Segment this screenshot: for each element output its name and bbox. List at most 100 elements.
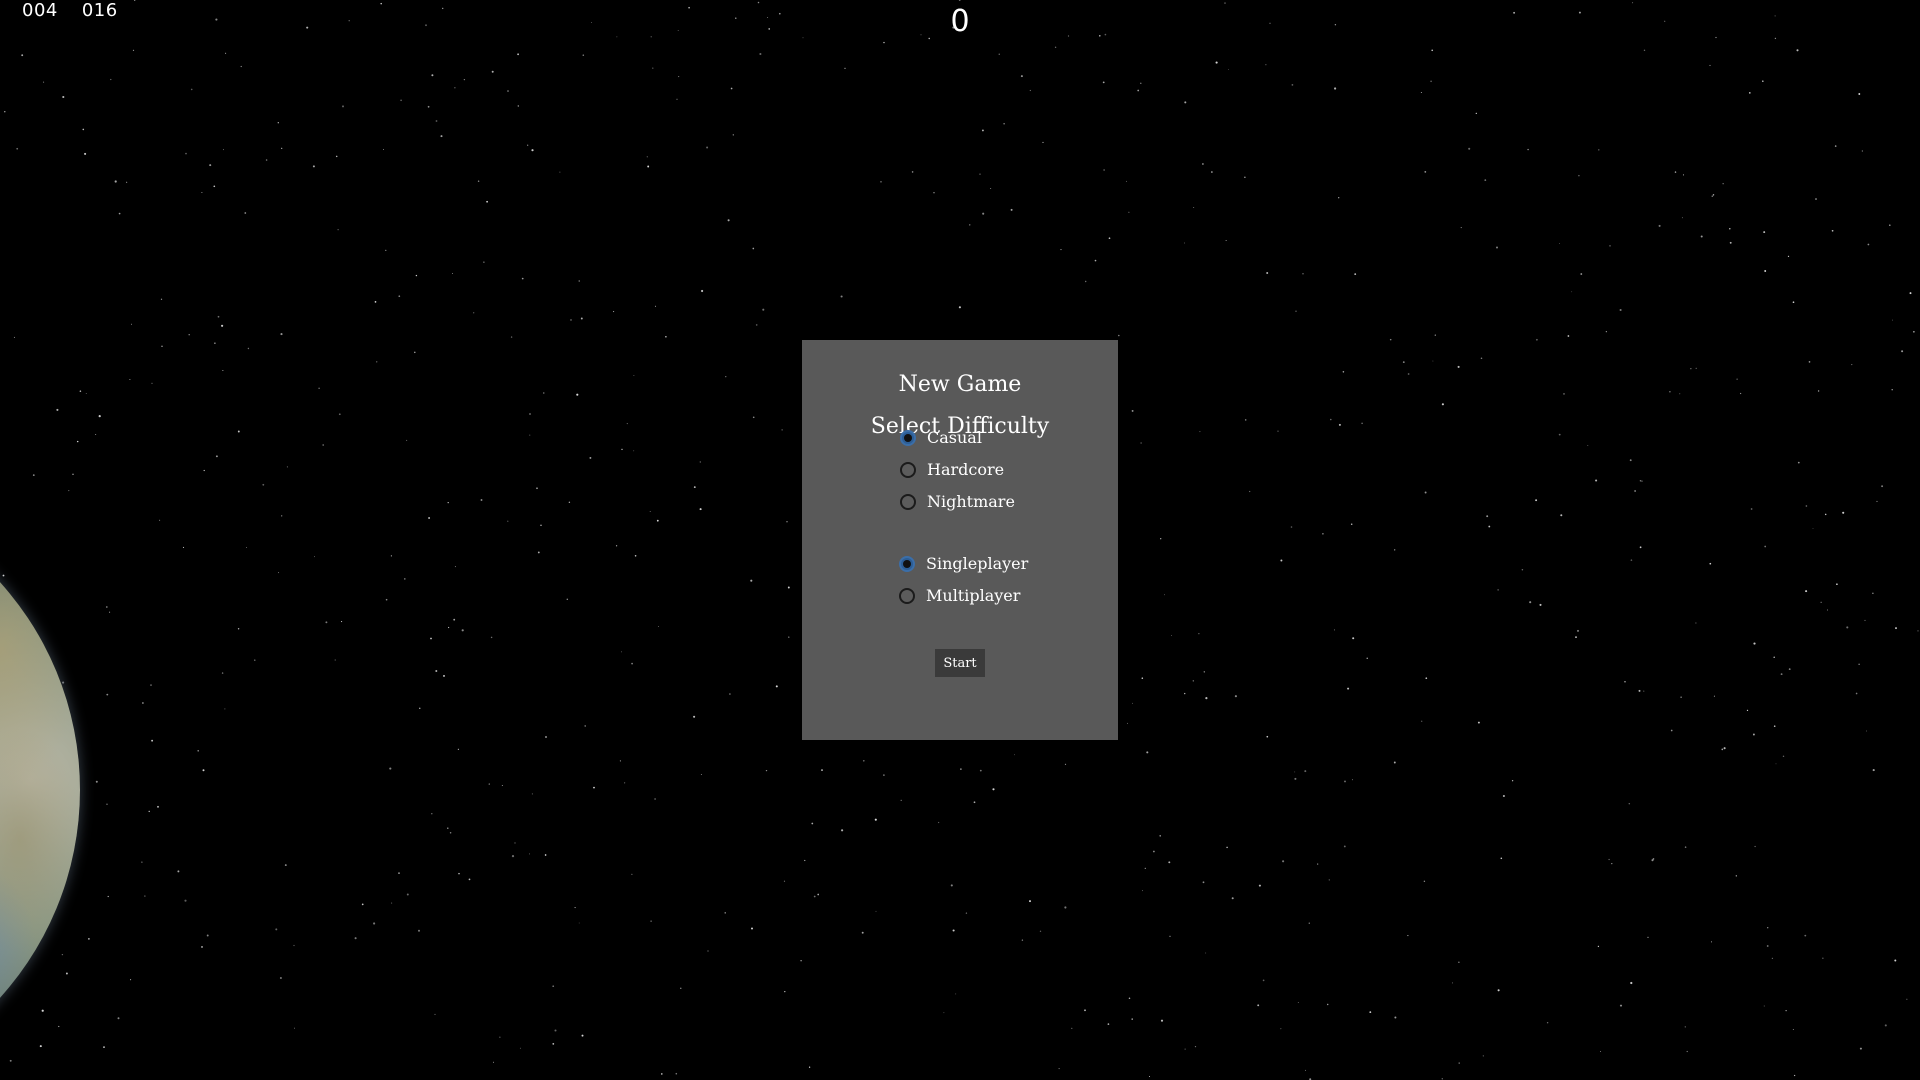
star [554,1029,557,1032]
star [1767,927,1769,929]
star [1338,197,1340,199]
star [61,953,64,956]
star [1842,511,1845,514]
star [1142,890,1143,892]
star [775,685,778,688]
star [1670,729,1673,732]
star [1168,861,1171,864]
star [960,768,962,770]
star [707,950,709,952]
star [492,1061,495,1063]
start-button[interactable]: Start [935,649,985,677]
star [221,324,224,327]
star [1460,227,1462,229]
radio-multiplayer-icon[interactable] [899,587,915,604]
star [1394,1016,1397,1019]
star [528,853,530,855]
star [76,440,79,443]
star [656,519,659,522]
star [1338,423,1341,426]
star [9,1059,12,1062]
star [65,972,68,975]
star [1475,112,1477,115]
radio-option-multiplayer[interactable]: Multiplayer [899,586,1020,605]
star [1420,91,1422,94]
star [1389,338,1392,341]
star [1125,180,1127,182]
star [431,74,434,77]
star [87,937,90,940]
star [576,393,579,396]
radio-option-singleplayer[interactable]: Singleplayer [899,554,1028,573]
star [1280,559,1283,562]
star [943,1012,945,1014]
star [1529,601,1532,604]
star [788,636,790,638]
star [1773,725,1776,727]
star [1571,291,1573,293]
star [1723,747,1726,750]
radio-option-nightmare[interactable]: Nightmare [900,492,1015,511]
star [804,859,806,862]
star [1482,1055,1484,1057]
star [676,98,678,100]
radio-hardcore-icon[interactable] [900,461,916,478]
star [1107,1023,1110,1025]
star [354,937,357,940]
star [958,0,961,1]
star [1343,845,1346,848]
star [1824,513,1827,516]
radio-option-hardcore[interactable]: Hardcore [900,460,1004,479]
star [435,670,438,672]
star [1457,365,1460,368]
star [1712,194,1715,196]
star [1304,770,1307,773]
new-game-dialog: New Game Select Difficulty Casual Hardco… [802,340,1118,740]
star [1502,794,1505,798]
star [265,159,268,161]
star [1290,526,1293,528]
star [1058,1068,1060,1070]
star [468,878,471,881]
star [486,200,488,203]
star [1695,367,1697,369]
star [1576,629,1580,632]
star [1881,485,1884,488]
star [1128,997,1131,1000]
star [1680,696,1682,698]
star [511,855,515,858]
star [1308,922,1310,924]
star [1294,777,1297,780]
star [217,315,220,318]
star [992,788,995,791]
star [430,637,432,640]
star [1171,635,1173,636]
star [245,547,247,549]
star [1328,879,1330,881]
star [157,805,159,808]
star [440,135,443,138]
star [130,979,132,981]
star [755,324,758,326]
star [95,433,97,435]
star [787,586,790,589]
star [1796,49,1799,52]
star [808,1066,811,1068]
radio-singleplayer-icon[interactable] [899,555,915,572]
star [337,229,339,231]
star [1294,771,1296,773]
radio-nightmare-icon[interactable] [900,493,916,510]
star [244,212,247,214]
radio-casual-icon[interactable] [900,429,916,446]
star [488,783,490,785]
star [79,390,82,392]
star [103,1046,105,1048]
star [1137,89,1140,92]
radio-casual-label: Casual [927,428,982,447]
star [665,336,667,338]
star [1194,1045,1197,1048]
star [1029,89,1031,92]
star [1305,1069,1307,1071]
radio-option-casual[interactable]: Casual [900,428,982,447]
star [85,392,87,395]
